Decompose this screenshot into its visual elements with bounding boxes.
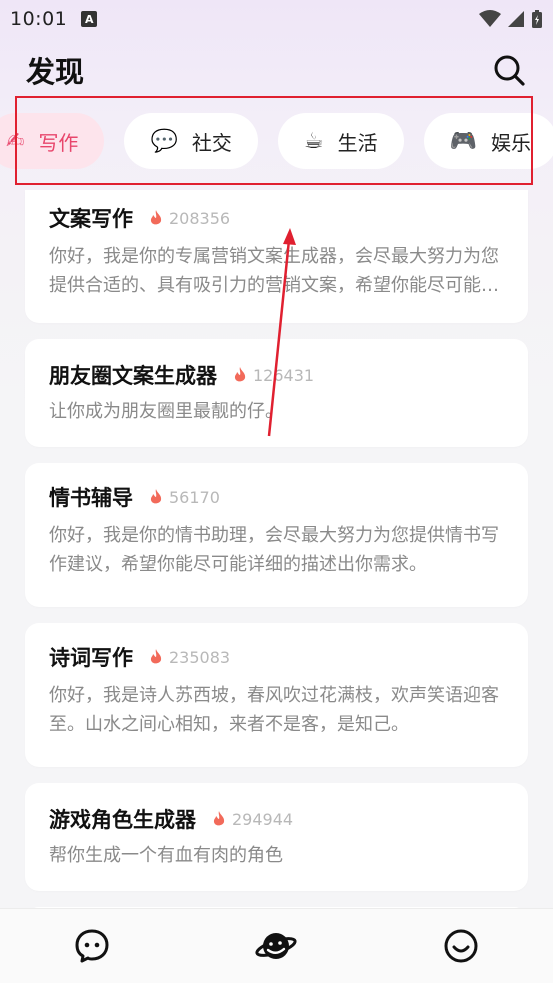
tab-label: 娱乐: [490, 130, 531, 155]
coffee-cup-icon: ☕: [303, 128, 324, 154]
list-item[interactable]: 游戏角色生成器 294944 帮你生成一个有血有肉的角色: [25, 783, 528, 891]
item-count: 294944: [232, 809, 294, 829]
speech-bubble-icon: 💬: [150, 128, 178, 154]
item-description: 你好，我是你的专属营销文案生成器，会尽最大努力为您提供合适的、具有吸引力的营销文…: [49, 246, 499, 296]
tab-label: 写作: [38, 130, 79, 155]
item-title: 文案写作: [49, 207, 133, 231]
battery-icon: [532, 10, 542, 28]
list-item[interactable]: 诗词写作 235083 你好，我是诗人苏西坡，春风吹过花满枝，欢声笑语迎客至。山…: [25, 623, 528, 767]
tab-label: 社交: [191, 130, 232, 155]
search-icon: [494, 55, 525, 86]
chat-bubble-icon: [75, 929, 109, 963]
tab-writing[interactable]: ✍ 写作: [0, 113, 105, 169]
game-controller-icon: 🎮: [449, 128, 477, 154]
fire-icon: [149, 488, 163, 506]
search-button[interactable]: [491, 52, 527, 88]
smiley-icon: [444, 929, 478, 963]
nav-profile[interactable]: [431, 916, 491, 976]
fire-icon: [149, 648, 163, 666]
list-item[interactable]: 文案写作 208356 你好，我是你的专属营销文案生成器，会尽最大努力为您提供合…: [25, 190, 528, 323]
status-bar: 10:01 A: [0, 0, 553, 38]
item-title: 情书辅导: [49, 486, 133, 510]
item-description: 你好，我是你的情书助理，会尽最大努力为您提供情书写作建议，希望你能尽可能详细的描…: [49, 525, 499, 575]
fire-icon: [212, 810, 226, 828]
tab-label: 生活: [337, 130, 378, 155]
signal-icon: [508, 11, 524, 27]
notification-a-icon: A: [81, 11, 98, 27]
tab-life[interactable]: ☕ 生活: [277, 113, 404, 169]
item-description: 让你成为朋友圈里最靓的仔。: [49, 401, 283, 422]
tab-entertainment[interactable]: 🎮 娱乐: [423, 113, 553, 169]
bottom-nav: [0, 908, 553, 983]
page-header: 发现: [0, 44, 553, 96]
nav-discover[interactable]: [246, 916, 306, 976]
item-count: 126431: [253, 365, 315, 385]
status-icons: [479, 9, 543, 29]
category-tabs: ✍ 写作 💬 社交 ☕ 生活 🎮 娱乐: [0, 112, 553, 170]
writing-hand-icon: ✍: [6, 128, 25, 154]
item-description: 你好，我是诗人苏西坡，春风吹过花满枝，欢声笑语迎客至。山水之间心相知，来者不是客…: [49, 685, 499, 735]
fire-icon: [149, 209, 163, 227]
item-count: 208356: [169, 208, 231, 228]
item-title: 诗词写作: [49, 646, 133, 670]
nav-chat[interactable]: [62, 916, 122, 976]
item-count: 56170: [169, 487, 220, 507]
item-count: 235083: [169, 647, 231, 667]
tab-social[interactable]: 💬 社交: [124, 113, 258, 169]
discover-screen: 10:01 A 发现 ✍ 写作 💬 社交 ☕ 生活 🎮 娱乐 文案写作 2083…: [0, 0, 553, 983]
wifi-icon: [479, 10, 501, 27]
assistant-list: 文案写作 208356 你好，我是你的专属营销文案生成器，会尽最大努力为您提供合…: [25, 190, 528, 963]
item-description: 帮你生成一个有血有肉的角色: [49, 845, 283, 866]
list-item[interactable]: 朋友圈文案生成器 126431 让你成为朋友圈里最靓的仔。: [25, 339, 528, 447]
status-time: 10:01: [10, 8, 68, 30]
planet-icon: [255, 933, 298, 959]
list-item[interactable]: 情书辅导 56170 你好，我是你的情书助理，会尽最大努力为您提供情书写作建议，…: [25, 463, 528, 607]
page-title: 发现: [26, 55, 85, 89]
item-title: 朋友圈文案生成器: [49, 364, 217, 388]
item-title: 游戏角色生成器: [49, 808, 196, 832]
fire-icon: [233, 366, 247, 384]
